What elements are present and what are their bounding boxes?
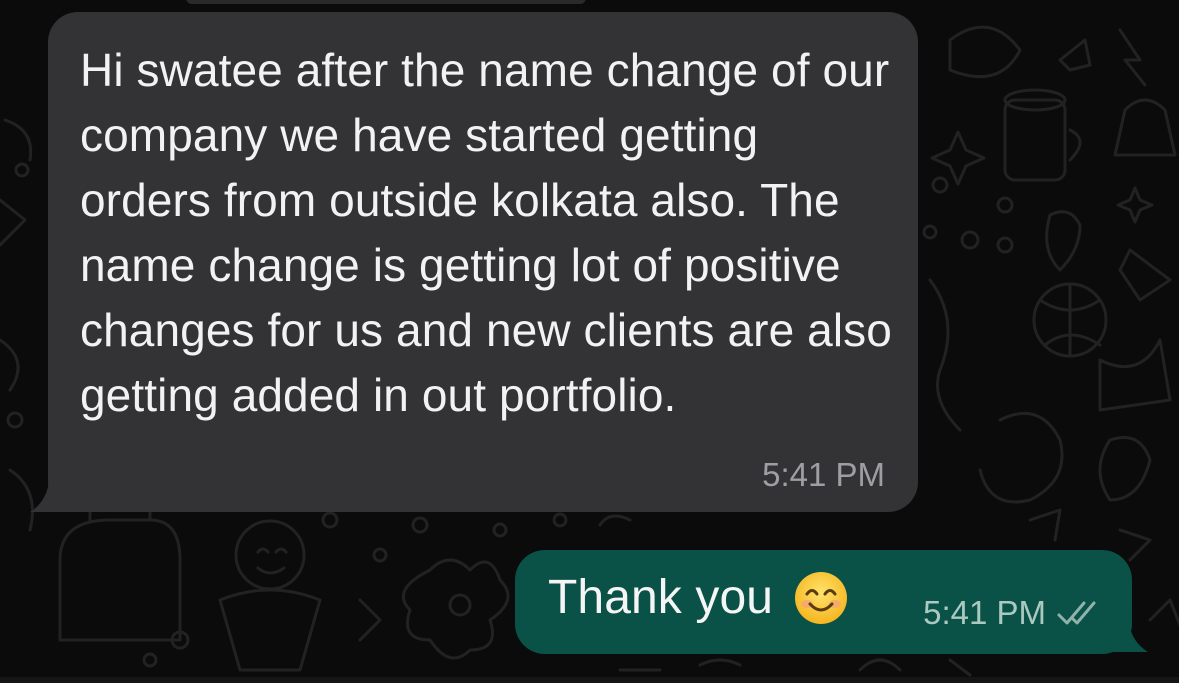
- read-double-tick-icon: [1057, 601, 1096, 625]
- bottom-edge: [0, 677, 1179, 683]
- outgoing-message-timestamp: 5:41 PM: [923, 594, 1046, 631]
- outgoing-bubble-tail: [1098, 612, 1148, 652]
- previous-message-edge: [186, 0, 586, 4]
- incoming-bubble-tail: [30, 470, 80, 512]
- smiling-face-emoji-icon: [795, 572, 848, 624]
- outgoing-message-text: Thank you: [548, 571, 774, 624]
- outgoing-message-meta: 5:41 PM: [923, 594, 1102, 632]
- incoming-message-bubble[interactable]: Hi swatee after the name change of our c…: [48, 12, 918, 512]
- outgoing-message-bubble[interactable]: Thank you 5:41 PM: [515, 550, 1132, 654]
- incoming-message-timestamp: 5:41 PM: [762, 456, 885, 493]
- incoming-message-text: Hi swatee after the name change of our c…: [80, 44, 892, 421]
